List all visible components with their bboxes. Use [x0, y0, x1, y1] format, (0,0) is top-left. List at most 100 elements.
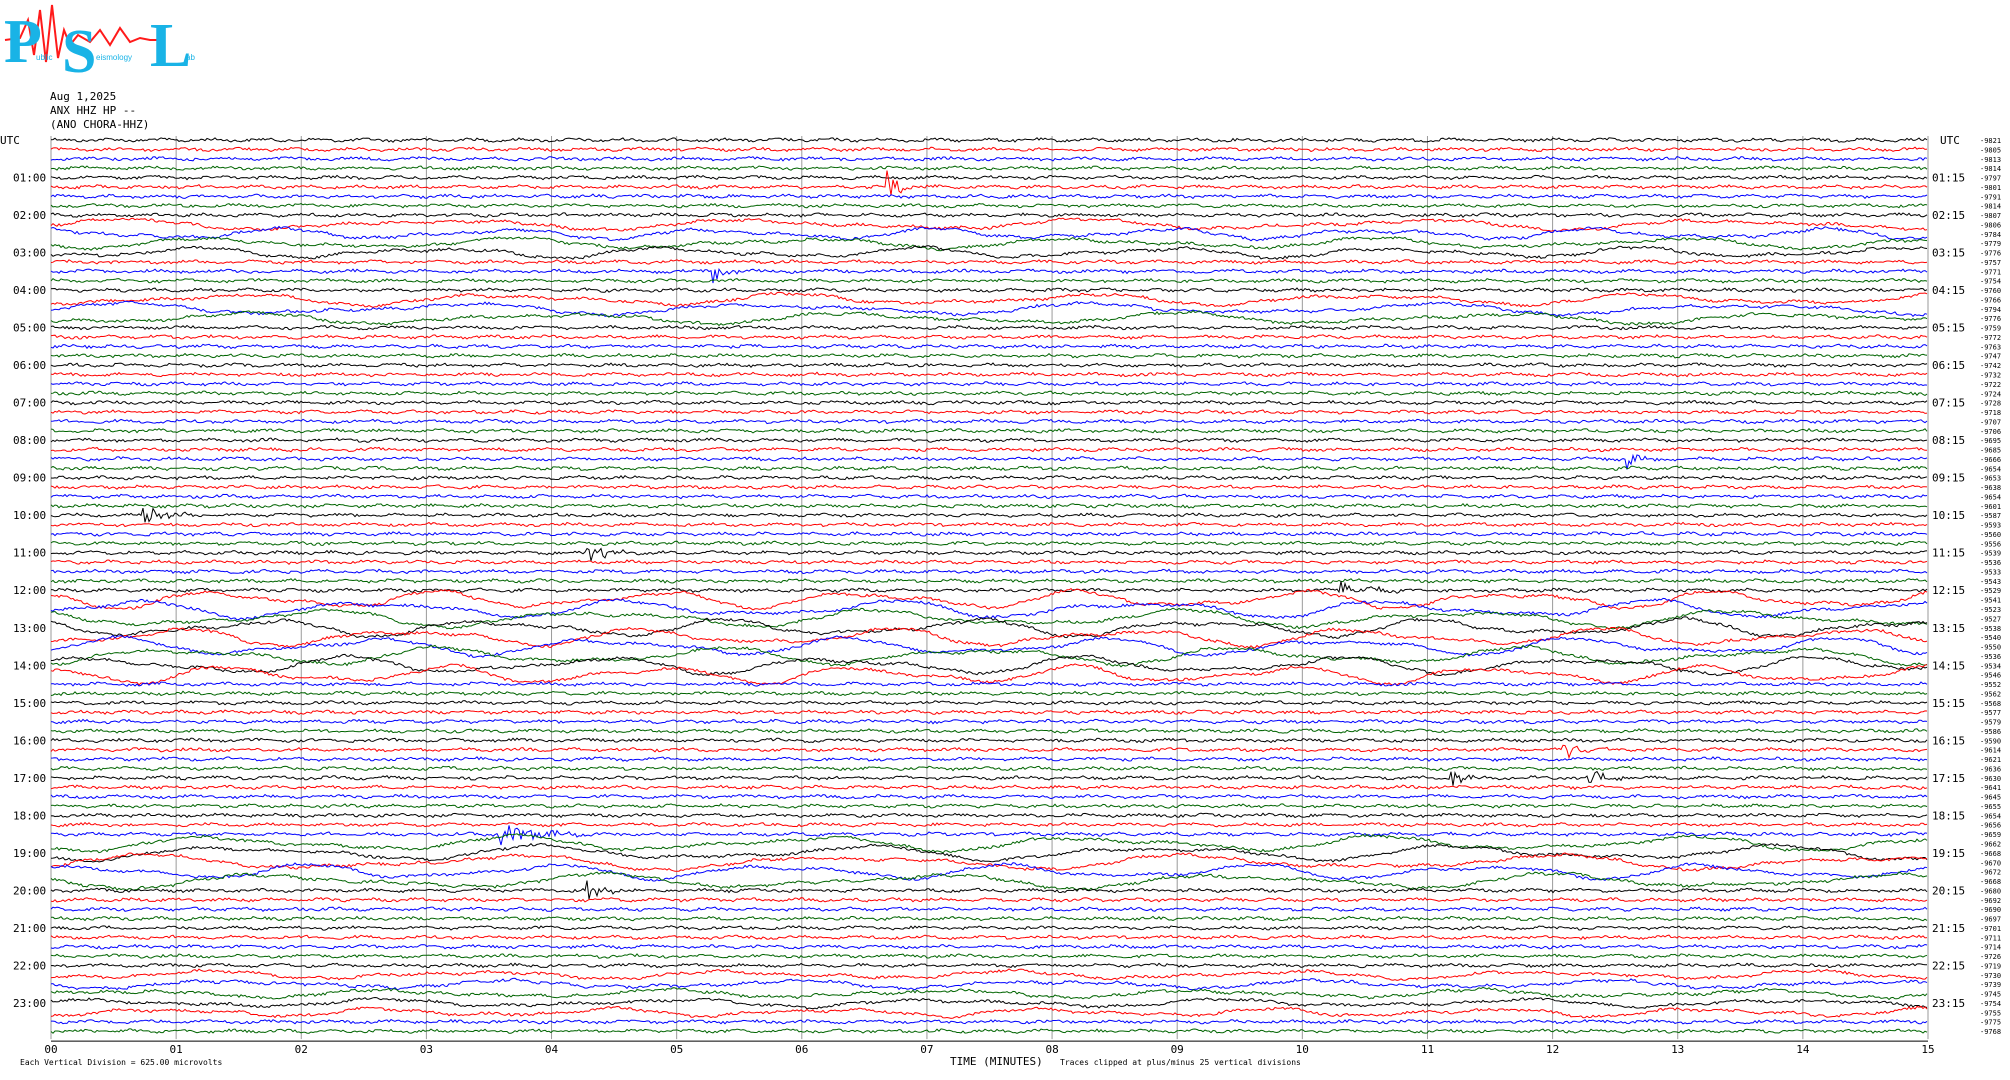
trace-line [50, 291, 1928, 308]
trace-line [50, 547, 1928, 562]
trace-line [50, 737, 1928, 744]
hour-label-left: 01:00 [13, 172, 46, 185]
trace-line [50, 502, 1928, 509]
trace-line [50, 155, 1928, 162]
trace-offset-label: -9772 [1980, 334, 2001, 342]
trace-offset-label: -9776 [1980, 250, 2001, 258]
trace-line [50, 437, 1928, 444]
trace-line [50, 343, 1928, 350]
hour-label-left: 12:00 [13, 584, 46, 597]
trace-line [50, 409, 1928, 415]
trace-offset-label: -9593 [1980, 522, 2001, 530]
hour-label-right: 22:15 [1932, 959, 1965, 972]
trace-line [50, 531, 1928, 537]
trace-offset-label: -9814 [1980, 165, 2001, 173]
trace-line [50, 842, 1928, 863]
trace-offset-label: -9711 [1980, 934, 2001, 942]
hour-label-left: 11:00 [13, 547, 46, 560]
trace-offset-label: -9550 [1980, 644, 2001, 652]
trace-offset-label: -9768 [1980, 1028, 2001, 1036]
trace-offset-label: -9754 [1980, 278, 2001, 286]
trace-line [50, 793, 1928, 800]
trace-line [50, 709, 1928, 715]
x-tick-label: 06 [795, 1043, 808, 1056]
trace-line [50, 193, 1928, 200]
trace-line [50, 880, 1928, 900]
hour-label-left: 03:00 [13, 247, 46, 260]
hour-label-right: 02:15 [1932, 209, 1965, 222]
trace-line [50, 699, 1928, 706]
hour-label-left: 14:00 [13, 659, 46, 672]
trace-offset-label: -9630 [1980, 775, 2001, 783]
trace-offset-label: -9552 [1980, 681, 2001, 689]
hour-label-left: 23:00 [13, 997, 46, 1010]
x-tick-label: 15 [1921, 1043, 1934, 1056]
trace-line [50, 568, 1928, 575]
hour-label-left: 10:00 [13, 509, 46, 522]
trace-line [50, 986, 1928, 1001]
trace-offset-label: -9587 [1980, 512, 2001, 520]
trace-offset-label: -9577 [1980, 709, 2001, 717]
trace-offset-label: -9775 [1980, 1019, 2001, 1027]
trace-offset-label: -9730 [1980, 972, 2001, 980]
trace-line [50, 371, 1928, 378]
trace-offset-label: -9560 [1980, 531, 2001, 539]
trace-offset-label: -9543 [1980, 578, 2001, 586]
trace-offset-label: -9757 [1980, 259, 2001, 267]
trace-line [50, 616, 1928, 639]
trace-line [50, 244, 1928, 260]
trace-line [50, 925, 1928, 931]
trace-line [50, 770, 1928, 786]
trace-line [50, 212, 1928, 218]
trace-offset-label: -9695 [1980, 437, 2001, 445]
hour-label-right: 21:15 [1932, 922, 1965, 935]
trace-offset-label: -9697 [1980, 916, 2001, 924]
trace-offset-label: -9614 [1980, 747, 2001, 755]
trace-offset-label: -9745 [1980, 991, 2001, 999]
trace-line [50, 718, 1928, 725]
hour-label-right: 03:15 [1932, 247, 1965, 260]
trace-offset-label: -9662 [1980, 841, 2001, 849]
utc-label-right: UTC [1940, 134, 1960, 147]
footer-division-note: Each Vertical Division = 625.00 microvol… [20, 1058, 222, 1067]
trace-line [50, 977, 1928, 991]
trace-line [50, 399, 1928, 406]
hour-label-right: 05:15 [1932, 322, 1965, 335]
hour-label-left: 05:00 [13, 322, 46, 335]
hour-label-left: 17:00 [13, 772, 46, 785]
trace-line [50, 217, 1928, 232]
x-tick-label: 10 [1296, 1043, 1309, 1056]
x-tick-label: 07 [920, 1043, 933, 1056]
trace-line [50, 953, 1928, 959]
x-tick-label: 13 [1671, 1043, 1684, 1056]
footer-clip-note: Traces clipped at plus/minus 25 vertical… [1060, 1058, 1301, 1067]
trace-offset-label: -9654 [1980, 493, 2001, 501]
x-tick-label: 02 [295, 1043, 308, 1056]
trace-line [50, 259, 1928, 265]
utc-label-left: UTC [0, 134, 20, 147]
hour-label-left: 02:00 [13, 209, 46, 222]
hour-label-right: 18:15 [1932, 809, 1965, 822]
trace-offset-label: -9701 [1980, 925, 2001, 933]
trace-offset-label: -9666 [1980, 456, 2001, 464]
trace-line [50, 756, 1928, 762]
hour-label-left: 16:00 [13, 734, 46, 747]
trace-line [50, 644, 1928, 668]
trace-line [50, 821, 1928, 828]
trace-line [50, 943, 1928, 950]
trace-offset-label: -9562 [1980, 690, 2001, 698]
hour-label-left: 22:00 [13, 959, 46, 972]
hour-label-right: 11:15 [1932, 547, 1965, 560]
trace-offset-label: -9690 [1980, 906, 2001, 914]
x-tick-label: 12 [1546, 1043, 1559, 1056]
trace-line [50, 852, 1928, 872]
trace-line [50, 765, 1928, 772]
hour-label-right: 15:15 [1932, 697, 1965, 710]
trace-line [50, 825, 1928, 846]
trace-line [50, 324, 1928, 331]
trace-line [50, 934, 1928, 941]
trace-offset-label: -9706 [1980, 428, 2001, 436]
hour-label-right: 10:15 [1932, 509, 1965, 522]
trace-line [50, 202, 1928, 209]
trace-offset-label: -9653 [1980, 475, 2001, 483]
